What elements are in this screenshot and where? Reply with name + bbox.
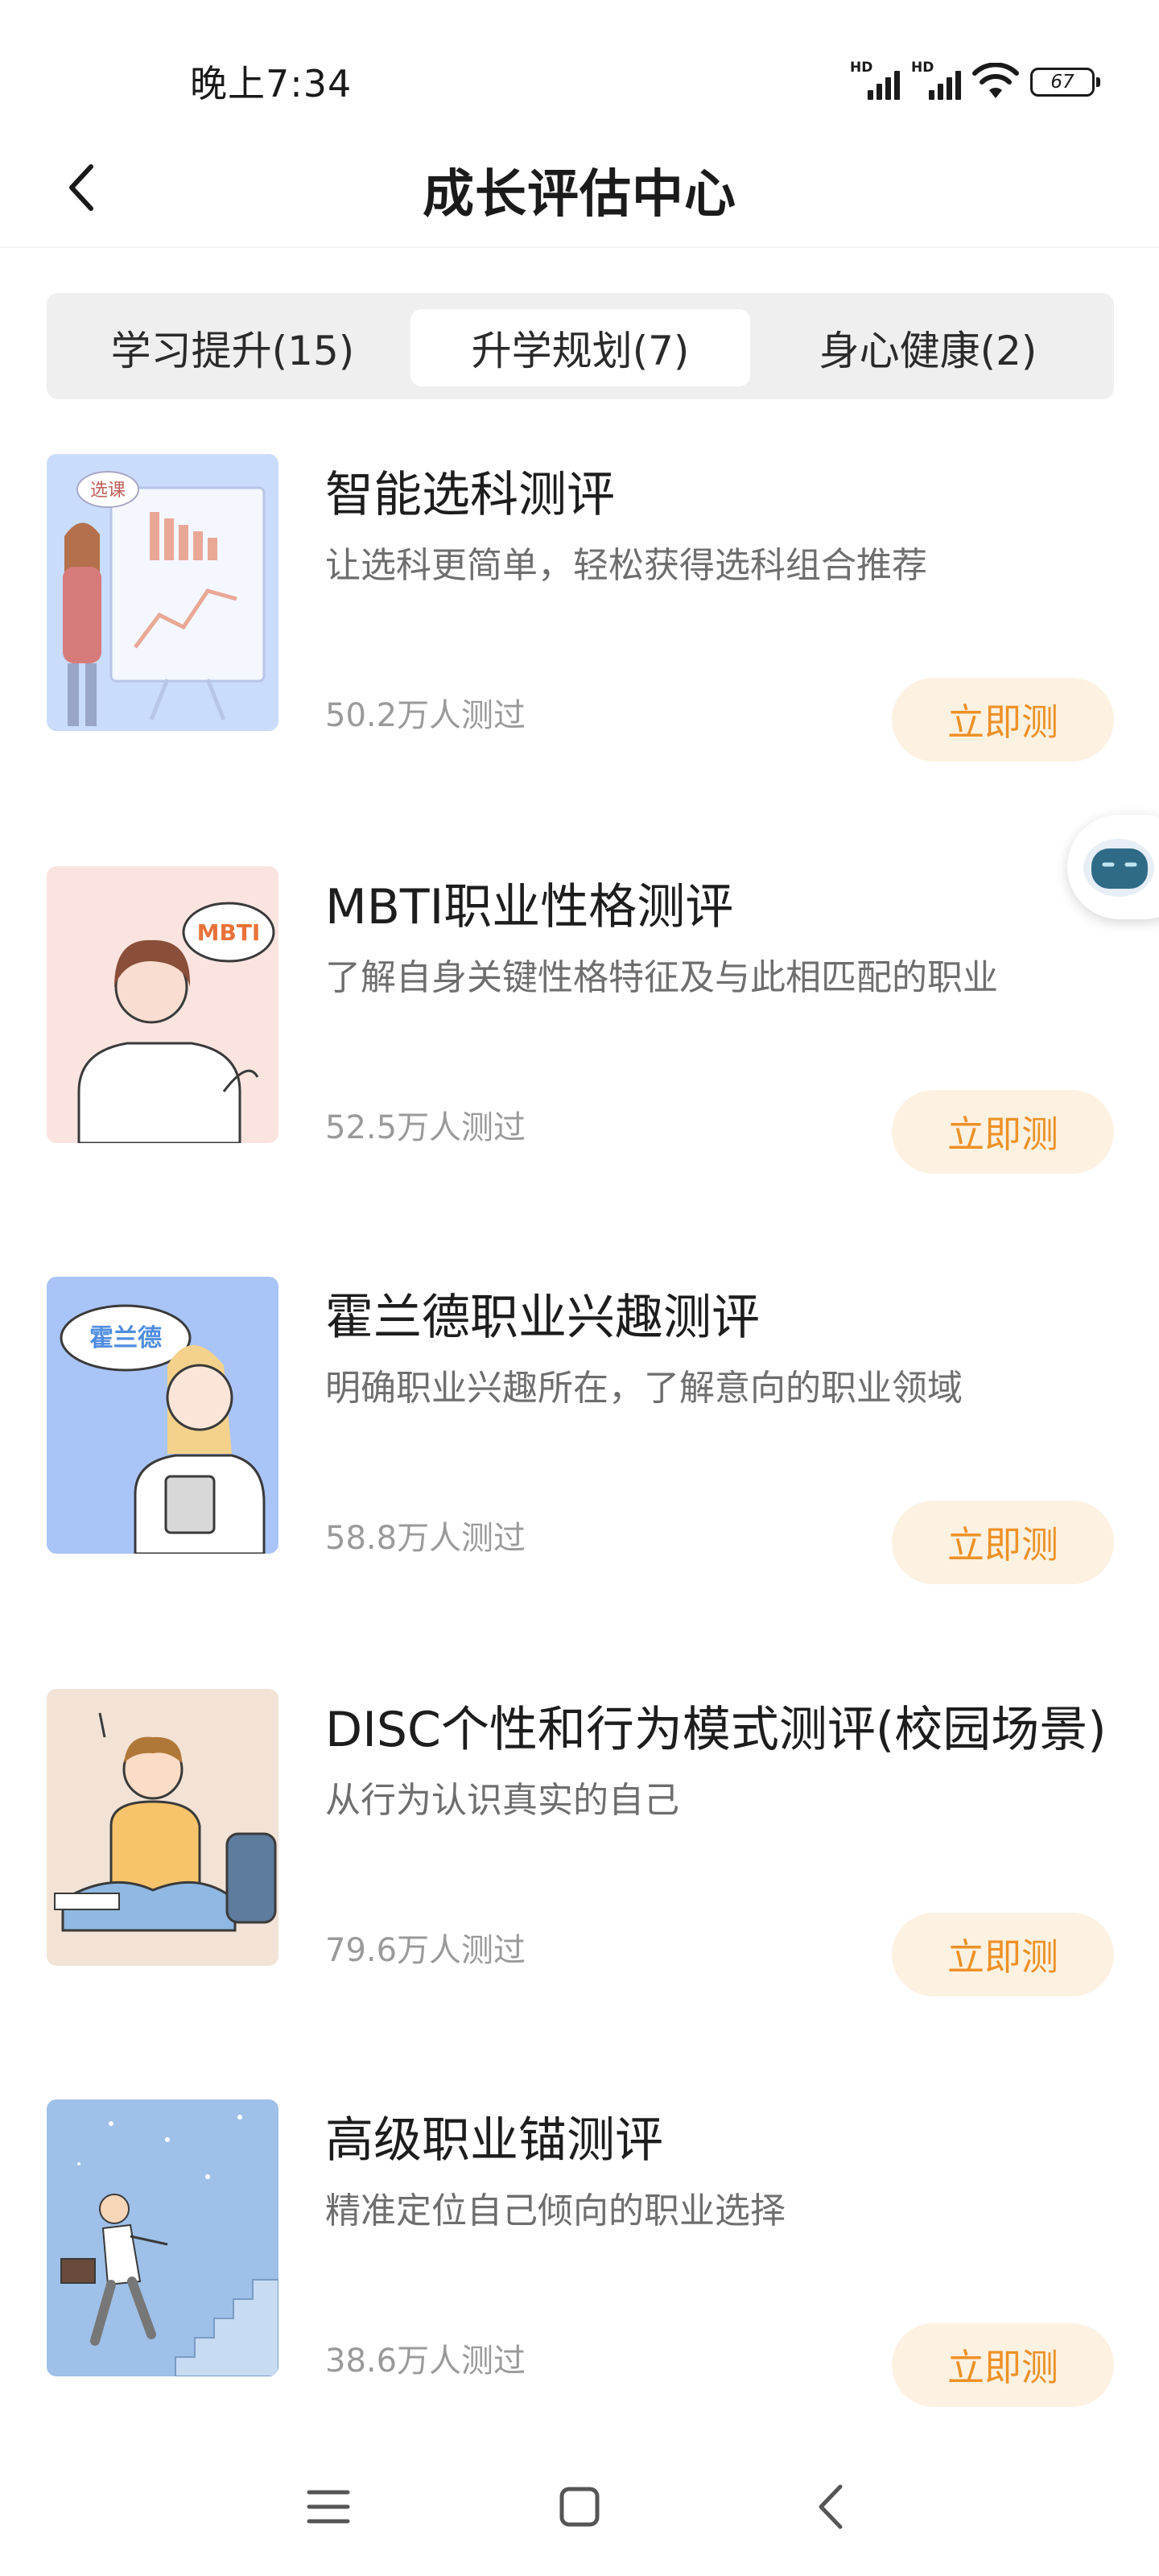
career-anchor-illustration — [47, 2099, 278, 2376]
tab-admission-planning[interactable]: 升学规划(7) — [410, 309, 750, 386]
test-card-holland[interactable]: 霍兰德 霍兰德职业兴趣测评 明确职业兴趣所在，了解意向的职业领域 58.8万人测… — [47, 1277, 1114, 1584]
disc-illustration — [47, 1689, 278, 1966]
test-participant-count: 50.2万人测过 — [325, 697, 526, 734]
image-caption: 选课 — [90, 481, 126, 501]
wifi-icon — [972, 63, 1019, 98]
signal-icon: HD — [850, 60, 900, 100]
robot-icon — [1083, 839, 1154, 897]
start-test-button[interactable]: 立即测 — [892, 1501, 1114, 1584]
mbti-illustration: MBTI — [47, 866, 278, 1143]
image-caption: 霍兰德 — [89, 1324, 162, 1352]
home-square-icon — [559, 2487, 600, 2527]
test-description: 从行为认识真实的自己 — [325, 1780, 679, 1821]
tab-label: 身心健康(2) — [819, 328, 1037, 374]
nav-header: 成长评估中心 — [0, 129, 1159, 248]
tab-mental-health[interactable]: 身心健康(2) — [760, 309, 1096, 386]
test-card-career-anchor[interactable]: 高级职业锚测评 精准定位自己倾向的职业选择 38.6万人测过 立即测 — [47, 2099, 1114, 2407]
status-bar: 晚上7:34 HD HD 67 — [0, 0, 1159, 129]
page-title: 成长评估中心 — [423, 165, 736, 225]
test-description: 明确职业兴趣所在，了解意向的职业领域 — [325, 1368, 963, 1409]
holland-illustration: 霍兰德 — [47, 1277, 278, 1554]
menu-button[interactable] — [296, 2475, 361, 2539]
test-participant-count: 52.5万人测过 — [325, 1109, 526, 1146]
start-test-button[interactable]: 立即测 — [892, 1090, 1114, 1174]
start-test-button[interactable]: 立即测 — [892, 1913, 1114, 1996]
system-navigation-bar — [0, 2431, 1159, 2576]
status-time: 晚上7:34 — [190, 62, 353, 105]
test-title: DISC个性和行为模式测评(校园场景) — [325, 1702, 1107, 1758]
test-card-disc[interactable]: DISC个性和行为模式测评(校园场景) 从行为认识真实的自己 79.6万人测过 … — [47, 1689, 1114, 1996]
tab-label: 学习提升(15) — [110, 328, 355, 374]
category-tabs: 学习提升(15) 升学规划(7) 身心健康(2) — [47, 293, 1114, 399]
battery-icon: 67 — [1030, 68, 1100, 97]
test-title: 霍兰德职业兴趣测评 — [325, 1290, 760, 1346]
test-description: 让选科更简单，轻松获得选科组合推荐 — [325, 545, 927, 586]
signal-icon: HD — [911, 60, 961, 100]
floating-assistant-button[interactable] — [1067, 815, 1159, 919]
test-participant-count: 58.8万人测过 — [325, 1520, 526, 1557]
subject-selection-illustration: 选课 — [47, 454, 278, 731]
menu-icon — [307, 2490, 350, 2524]
system-back-button[interactable] — [798, 2475, 863, 2539]
tab-label: 升学规划(7) — [471, 328, 690, 374]
start-test-button[interactable]: 立即测 — [892, 2323, 1114, 2407]
test-description: 精准定位自己倾向的职业选择 — [325, 2190, 786, 2231]
test-title: MBTI职业性格测评 — [325, 879, 734, 935]
battery-level: 67 — [1050, 72, 1074, 93]
test-card-mbti[interactable]: MBTI MBTI职业性格测评 了解自身关键性格特征及与此相匹配的职业 52.5… — [47, 866, 1114, 1174]
test-participant-count: 79.6万人测过 — [325, 1932, 526, 1969]
start-test-button[interactable]: 立即测 — [892, 678, 1114, 762]
home-button[interactable] — [547, 2475, 612, 2539]
tab-study-improvement[interactable]: 学习提升(15) — [64, 309, 401, 386]
status-icons: HD HD 67 — [850, 58, 1100, 100]
test-title: 高级职业锚测评 — [325, 2112, 663, 2169]
test-title: 智能选科测评 — [325, 467, 615, 523]
triangle-back-icon — [819, 2484, 843, 2529]
test-description: 了解自身关键性格特征及与此相匹配的职业 — [325, 957, 998, 998]
test-participant-count: 38.6万人测过 — [325, 2343, 526, 2380]
test-card-subject-selection[interactable]: 选课 智能选科测评 让选科更简单，轻松获得选科组合推荐 50.2万人测过 立即测 — [47, 454, 1114, 762]
image-caption: MBTI — [197, 919, 261, 946]
